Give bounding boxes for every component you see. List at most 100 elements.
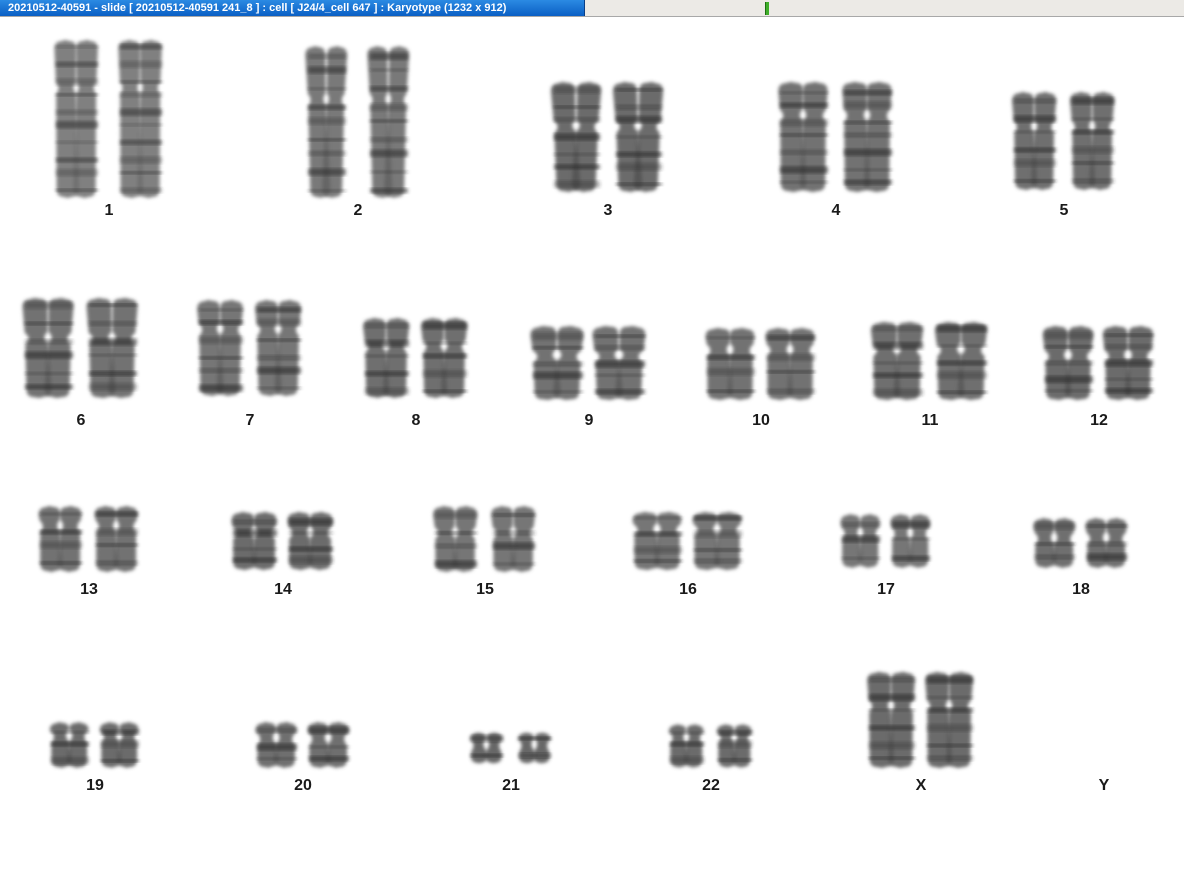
chromosome[interactable] xyxy=(197,300,244,397)
chromosome-band xyxy=(493,562,535,566)
chromosome-band xyxy=(56,140,98,144)
chromosome-band xyxy=(120,44,162,50)
chromosome-pair-image xyxy=(49,721,139,768)
chromosome[interactable] xyxy=(305,46,348,199)
chromosome-band xyxy=(308,53,346,59)
chromosome-pair-19[interactable] xyxy=(49,17,140,768)
chromosome[interactable] xyxy=(550,81,602,192)
chromatid xyxy=(888,672,915,768)
chromosome[interactable] xyxy=(94,506,138,573)
chromosome-band xyxy=(493,530,535,536)
chromosome-band xyxy=(707,336,755,340)
chromosome[interactable] xyxy=(935,321,988,400)
chromosome[interactable] xyxy=(255,721,297,768)
chromosome-band xyxy=(842,535,880,543)
chromosome-band xyxy=(493,513,535,517)
chromosome-band xyxy=(937,360,987,366)
chromosome[interactable] xyxy=(632,511,682,570)
chromosome-band xyxy=(1072,97,1114,105)
chromosome-band xyxy=(309,756,349,762)
chromosome[interactable] xyxy=(307,721,349,768)
chromosome-label: 20 xyxy=(294,777,312,794)
chromosome[interactable] xyxy=(1085,517,1127,568)
chromosome[interactable] xyxy=(612,81,664,192)
chromosome-band xyxy=(634,531,682,537)
chromosome-band xyxy=(471,754,503,757)
chromosome[interactable] xyxy=(517,731,551,764)
window-title[interactable]: 20210512-40591 - slide [ 20210512-40591 … xyxy=(0,0,585,16)
chromosome-band xyxy=(616,135,662,139)
chromosome-band xyxy=(670,731,704,735)
chromosome-band xyxy=(25,351,73,359)
chromosome-band xyxy=(56,188,98,192)
chromosome-pair-18[interactable] xyxy=(1033,17,1128,568)
chromosome-band xyxy=(873,388,923,396)
chromosome[interactable] xyxy=(871,321,924,400)
chromosome-pair-image xyxy=(1012,92,1115,191)
chromosome-band xyxy=(616,88,662,92)
chromosome-pair-image xyxy=(363,317,468,398)
chromosome[interactable] xyxy=(842,82,892,193)
chromosome-band xyxy=(101,759,139,763)
chromosome-pair-20[interactable] xyxy=(255,17,350,768)
chromosome[interactable] xyxy=(705,328,755,401)
chromosome[interactable] xyxy=(1042,325,1094,400)
chromosome[interactable] xyxy=(287,512,333,571)
chromosome[interactable] xyxy=(22,297,74,398)
chromosome[interactable] xyxy=(38,506,82,573)
chromosome-band xyxy=(869,742,915,749)
chromosome[interactable] xyxy=(363,317,410,398)
chromosome-pair-x[interactable] xyxy=(867,17,974,768)
chromosome[interactable] xyxy=(692,511,742,570)
chromosome[interactable] xyxy=(491,506,536,573)
chromosome-label: 9 xyxy=(584,412,594,429)
chromosome-band xyxy=(435,511,477,519)
chromosome[interactable] xyxy=(421,317,468,398)
chromosome-pair-image xyxy=(632,511,742,570)
chromatid xyxy=(216,300,243,396)
chromosome[interactable] xyxy=(716,724,752,769)
chromosome-band xyxy=(370,119,408,123)
chromosome[interactable] xyxy=(1070,92,1115,191)
title-bar[interactable]: 20210512-40591 - slide [ 20210512-40591 … xyxy=(0,0,1184,17)
chromosome[interactable] xyxy=(530,325,584,401)
chromatid xyxy=(946,672,973,768)
chromosome[interactable] xyxy=(778,82,828,193)
chromosome[interactable] xyxy=(1102,325,1154,400)
chromosome[interactable] xyxy=(54,40,98,198)
chromosome[interactable] xyxy=(867,672,915,769)
chromosome-band xyxy=(1014,115,1056,123)
chromosome[interactable] xyxy=(433,506,478,573)
chromosome[interactable] xyxy=(592,325,646,401)
chromosome-band xyxy=(718,740,752,748)
chromosome-band xyxy=(233,557,277,563)
chromosome[interactable] xyxy=(86,297,138,398)
chromosome[interactable] xyxy=(890,514,930,569)
chromosome[interactable] xyxy=(840,514,880,569)
chromosome[interactable] xyxy=(99,721,139,768)
chromosome[interactable] xyxy=(118,40,162,198)
chromosome[interactable] xyxy=(765,328,815,401)
chromosome[interactable] xyxy=(1012,92,1057,191)
chromosome[interactable] xyxy=(367,46,410,199)
chromosome[interactable] xyxy=(469,731,503,764)
chromosome-label: 4 xyxy=(831,202,841,219)
chromosome[interactable] xyxy=(925,672,973,769)
chromosome-band xyxy=(308,150,346,156)
chromosome-band xyxy=(1105,333,1153,337)
chromosome-pair-22[interactable] xyxy=(668,17,753,768)
chromatid xyxy=(274,300,301,396)
chromosome-band xyxy=(1045,331,1093,339)
chromosome[interactable] xyxy=(49,721,89,768)
splitter-handle[interactable] xyxy=(765,2,769,15)
chromosome-band xyxy=(1014,130,1056,134)
chromosome-label: 1 xyxy=(104,202,114,219)
chromosome[interactable] xyxy=(1033,517,1075,568)
chromosome-band xyxy=(1045,360,1093,366)
chromosome-band xyxy=(533,332,583,340)
chromosome-pair-21[interactable] xyxy=(469,17,552,764)
chromosome[interactable] xyxy=(231,512,277,571)
chromosome-band xyxy=(199,356,243,360)
chromosome[interactable] xyxy=(668,724,704,769)
chromosome[interactable] xyxy=(255,300,302,397)
